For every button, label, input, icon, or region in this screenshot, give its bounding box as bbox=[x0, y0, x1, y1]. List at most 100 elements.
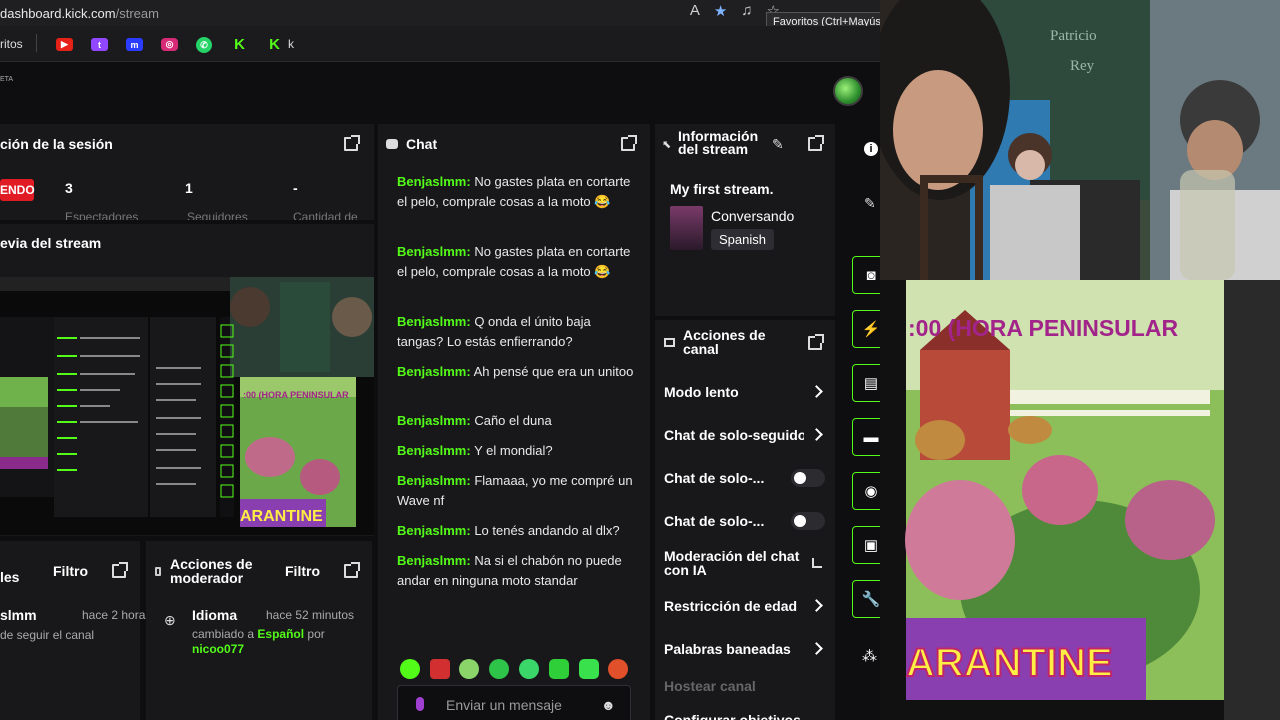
whatsapp-icon[interactable]: ✆ bbox=[196, 37, 212, 53]
stream-preview-video[interactable]: :00 (HORA PENINSULAR ARANTINE bbox=[0, 277, 374, 535]
popout-icon[interactable] bbox=[112, 562, 128, 578]
bookmarks-divider bbox=[36, 34, 37, 52]
preview-thumbnail: :00 (HORA PENINSULAR ARANTINE bbox=[0, 277, 374, 535]
popout-icon[interactable] bbox=[344, 562, 360, 578]
webcam-feed: Patricio Rey bbox=[880, 0, 1280, 280]
stream-category[interactable]: Conversando bbox=[711, 208, 794, 224]
svg-text:ARANTINE: ARANTINE bbox=[240, 508, 323, 525]
age-restriction-item[interactable]: Restricción de edad bbox=[664, 598, 804, 614]
chat-message: Benjaslmm: Lo tenés andando al dlx? bbox=[397, 521, 637, 541]
mod-entry-time: hace 52 minutos bbox=[266, 608, 355, 622]
bookmark-kick-label[interactable]: k bbox=[288, 37, 294, 51]
webcam-image: Patricio Rey bbox=[880, 0, 1280, 280]
activity-user: slmm bbox=[0, 607, 37, 623]
viewers-label: Espectadores bbox=[65, 210, 139, 220]
browser-url-bar[interactable]: dashboard.kick.com/stream A ★ ♫ ☆ bbox=[0, 0, 880, 26]
chat-title: Chat bbox=[406, 136, 438, 152]
banned-words-item[interactable]: Palabras baneadas bbox=[664, 641, 804, 657]
pin-icon: ⬉ bbox=[662, 139, 672, 151]
chat-username[interactable]: Benjaslmm: bbox=[397, 473, 471, 488]
followers-label: Seguidores bbox=[187, 210, 248, 220]
chat-text: Caño el duna bbox=[474, 413, 552, 428]
chat-message: Benjaslmm: Ah pensé que era un unitoo bbox=[397, 362, 637, 382]
user-avatar[interactable] bbox=[833, 76, 863, 106]
mod-shield-icon bbox=[155, 567, 161, 576]
popout-icon[interactable] bbox=[344, 135, 360, 151]
emote-icon[interactable] bbox=[608, 659, 628, 679]
popout-icon[interactable] bbox=[808, 135, 824, 151]
emoji-picker-icon[interactable]: ☻ bbox=[601, 697, 616, 713]
emote-icon[interactable] bbox=[430, 659, 450, 679]
popout-icon[interactable] bbox=[808, 334, 824, 350]
chat-message: Benjaslmm: Caño el duna bbox=[397, 411, 637, 431]
followers-count: 1 bbox=[185, 180, 193, 196]
stream-title: My first stream. bbox=[670, 181, 774, 197]
kick-icon[interactable]: K bbox=[266, 36, 283, 53]
set-goals-item[interactable]: Configurar objetivos bbox=[664, 712, 804, 720]
chat-username[interactable]: Benjaslmm: bbox=[397, 174, 471, 189]
emote-icon[interactable] bbox=[400, 659, 420, 679]
mod-filter-button[interactable]: Filtro bbox=[285, 563, 320, 579]
activity-filter-button[interactable]: Filtro bbox=[53, 563, 88, 579]
logo-fragment-icon: ETA bbox=[0, 76, 14, 83]
favorite-star-icon[interactable]: ★ bbox=[714, 2, 727, 20]
youtube-icon[interactable]: ▶ bbox=[56, 38, 73, 51]
url-host: dashboard.kick.com bbox=[0, 5, 116, 21]
preview-title: evia del stream bbox=[0, 235, 102, 251]
external-link-icon[interactable] bbox=[812, 558, 822, 568]
subscribers-only-toggle[interactable] bbox=[791, 469, 825, 487]
chat-message: Benjaslmm: No gastes plata en cortarte e… bbox=[397, 242, 637, 282]
chat-message: Benjaslmm: Na si el chabón no puede anda… bbox=[397, 551, 637, 591]
instagram-icon[interactable]: ◎ bbox=[161, 38, 178, 51]
chat-username[interactable]: Benjaslmm: bbox=[397, 244, 471, 259]
mod-entry-value: Español bbox=[257, 627, 305, 641]
channel-actions-title: Acciones de canal bbox=[683, 327, 766, 357]
edit-pencil-icon[interactable]: ✎ bbox=[772, 136, 784, 153]
emote-icon[interactable] bbox=[549, 659, 569, 679]
read-aloud-icon[interactable]: A bbox=[690, 2, 700, 20]
chat-username[interactable]: Benjaslmm: bbox=[397, 413, 471, 428]
chat-username[interactable]: Benjaslmm: bbox=[397, 314, 471, 329]
edit-icon[interactable]: ✎ bbox=[864, 195, 876, 212]
overlay-graphic: :00 (HORA PENINSULAR ARANTINE bbox=[880, 280, 1280, 720]
followers-only-item[interactable]: Chat de solo-seguido bbox=[664, 427, 804, 443]
url-text[interactable]: dashboard.kick.com/stream bbox=[0, 6, 159, 21]
kick-dashboard: ETA ción de la sesión ENDO 3 1 - Especta… bbox=[0, 62, 890, 720]
more-dots-icon[interactable]: ⁂ bbox=[862, 647, 877, 665]
emotes-only-item: Chat de solo-... bbox=[664, 513, 765, 529]
meta-icon[interactable]: m bbox=[126, 38, 143, 51]
mod-entry-user[interactable]: nicoo077 bbox=[192, 642, 244, 656]
chat-username[interactable]: Benjaslmm: bbox=[397, 364, 471, 379]
activity-title: les bbox=[0, 569, 20, 585]
info-icon[interactable]: i bbox=[864, 142, 878, 156]
lightning-icon: ⚡ bbox=[861, 321, 881, 338]
chat-text: Lo tenés andando al dlx? bbox=[474, 523, 620, 538]
microphone-icon[interactable] bbox=[416, 697, 424, 711]
emote-icon[interactable] bbox=[579, 659, 599, 679]
chat-username[interactable]: Benjaslmm: bbox=[397, 443, 471, 458]
session-title: ción de la sesión bbox=[0, 136, 113, 152]
chat-username[interactable]: Benjaslmm: bbox=[397, 553, 471, 568]
twitch-icon[interactable]: t bbox=[91, 38, 108, 51]
bookmark-folder-label[interactable]: ritos bbox=[0, 37, 23, 51]
svg-text:Patricio: Patricio bbox=[1050, 28, 1097, 44]
chat-input[interactable]: Enviar un mensaje ☻ bbox=[397, 685, 631, 720]
kick-icon[interactable]: K bbox=[231, 36, 248, 53]
overlay-image: :00 (HORA PENINSULAR ARANTINE bbox=[880, 280, 1280, 720]
emotes-only-toggle[interactable] bbox=[791, 512, 825, 530]
bookmarks-bar: ritos ▶ t m ◎ ✆ K K k bbox=[0, 26, 880, 62]
host-channel-item: Hostear canal bbox=[664, 678, 756, 694]
chat-username[interactable]: Benjaslmm: bbox=[397, 523, 471, 538]
document-icon: ▤ bbox=[863, 375, 879, 392]
slow-mode-item[interactable]: Modo lento bbox=[664, 384, 804, 400]
chat-message: Benjaslmm: Y el mondial? bbox=[397, 441, 637, 461]
emote-icon[interactable] bbox=[519, 659, 539, 679]
ai-moderation-item[interactable]: Moderación del chat con IA bbox=[664, 549, 804, 577]
emote-icon[interactable] bbox=[459, 659, 479, 679]
popout-icon[interactable] bbox=[621, 135, 637, 151]
emote-icon[interactable] bbox=[489, 659, 509, 679]
chat-message: Benjaslmm: No gastes plata en cortarte e… bbox=[397, 172, 637, 212]
camera-icon: ◙ bbox=[866, 266, 876, 284]
broadcast-icon: ◉ bbox=[864, 483, 878, 500]
media-icon[interactable]: ♫ bbox=[741, 2, 752, 20]
